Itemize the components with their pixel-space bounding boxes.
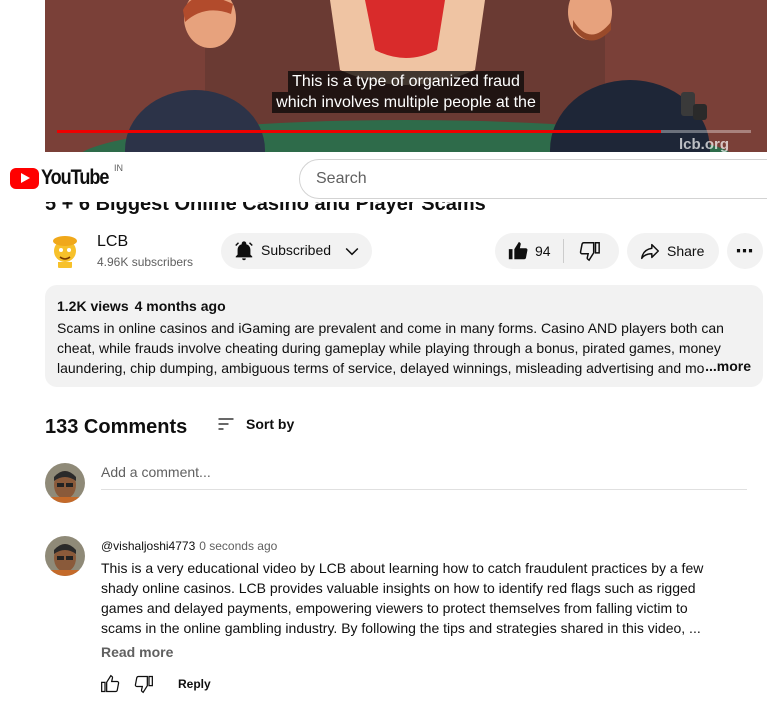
search-box[interactable] [299,159,767,199]
reply-button[interactable]: Reply [178,677,211,691]
description-line: laundering, chip dumping, ambiguous term… [57,360,705,376]
chevron-down-icon [345,247,359,256]
thumbs-up-outline-icon [101,674,120,693]
view-count: 1.2K views [57,298,129,314]
comment-dislike-button[interactable] [132,672,156,696]
add-comment-field[interactable] [101,464,747,490]
caption-line: This is a type of organized fraud [288,71,524,92]
progress-fill [57,130,661,133]
comment-like-button[interactable] [98,672,122,696]
video-player[interactable]: This is a type of organized fraud which … [45,0,767,152]
description-box[interactable]: 1.2K views 4 months ago Scams in online c… [45,285,763,387]
comment-actions: Reply [98,672,211,696]
comment-author[interactable]: @vishaljoshi4773 [101,539,195,553]
divider [563,239,564,263]
thumbs-down-outline-icon [134,675,153,694]
thumbs-up-icon[interactable] [507,240,529,262]
sort-by-label: Sort by [246,416,295,432]
region-code: IN [114,163,123,173]
subscribed-button[interactable]: Subscribed [221,233,372,269]
youtube-play-icon [10,167,39,189]
comments-count: 133 Comments [45,416,188,438]
description-more-link[interactable]: ...more [705,358,751,374]
logo-wordmark: YouTube [41,166,109,189]
subscriber-count: 4.96K subscribers [97,255,194,269]
share-label: Share [667,243,705,259]
search-input[interactable] [300,160,767,198]
share-button[interactable]: Share [627,233,719,269]
commenter-avatar[interactable] [45,536,85,576]
progress-bar[interactable] [57,130,751,133]
more-actions-button[interactable]: ⋯ [727,233,763,269]
comment-header: @vishaljoshi4773 0 seconds ago [101,539,277,553]
bell-icon [235,241,253,261]
masthead: YouTube IN [0,152,767,204]
description-line: Scams in online casinos and iGaming are … [57,320,724,336]
like-dislike-group: 94 [495,233,619,269]
user-avatar [45,463,85,503]
subscribed-label: Subscribed [261,242,332,258]
like-count: 94 [535,243,551,259]
comment-time[interactable]: 0 seconds ago [199,539,277,553]
caption-line: which involves multiple people at the [272,92,540,113]
share-icon [641,243,659,260]
comment-input[interactable] [101,464,747,480]
upload-age: 4 months ago [134,298,226,314]
thumbs-down-icon[interactable] [579,240,601,262]
channel-avatar[interactable] [46,231,84,269]
sort-icon [218,418,234,430]
sort-by-button[interactable]: Sort by [216,414,294,434]
youtube-logo[interactable]: YouTube IN [10,163,123,190]
read-more-link[interactable]: Read more [101,644,173,660]
video-watermark: lcb.org [678,136,729,152]
description-line: cheat, while frauds involve cheating dur… [57,340,721,356]
comment-text: This is a very educational video by LCB … [101,560,704,636]
channel-name[interactable]: LCB [97,233,128,251]
more-horizontal-icon: ⋯ [735,240,755,261]
